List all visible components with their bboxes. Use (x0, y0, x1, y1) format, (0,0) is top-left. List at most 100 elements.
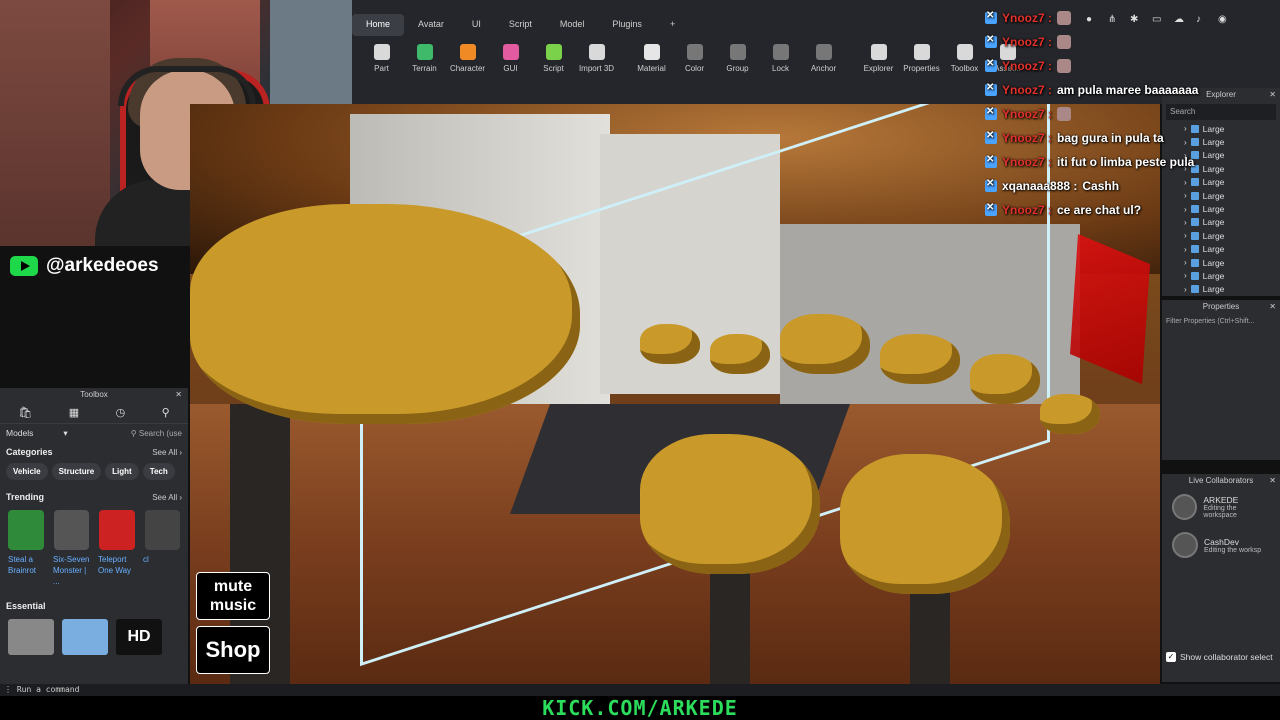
explorer-item-label: Large (1202, 163, 1225, 174)
tab-grid-icon[interactable]: ▦ (69, 406, 79, 419)
kick-badge-icon (985, 178, 997, 192)
see-all-link[interactable]: See All › (152, 448, 182, 457)
part-button[interactable]: Part (360, 44, 403, 88)
tab-avatar[interactable]: Avatar (404, 14, 458, 36)
avatar (1172, 532, 1198, 558)
chat-username[interactable]: Ynooz7 : (1002, 107, 1052, 121)
chevron-right-icon[interactable]: › (1184, 258, 1187, 267)
explorer-button[interactable]: Explorer (857, 44, 900, 88)
chat-username[interactable]: Ynooz7 : (1002, 35, 1052, 49)
youtube-icon (10, 256, 38, 276)
category-chip-vehicle[interactable]: Vehicle (6, 463, 48, 480)
explorer-item-label: Large (1202, 123, 1225, 134)
chat-text: iti fut o limba peste pula (1057, 155, 1195, 169)
collaborator-row[interactable]: CashDev Editing the worksp (1162, 526, 1280, 564)
trending-label[interactable]: Six-Seven Monster | ... (53, 554, 90, 587)
collaborator-row[interactable]: ARKEDE Editing the workspace (1162, 488, 1280, 526)
chat-username[interactable]: Ynooz7 : (1002, 203, 1052, 217)
ribbon-label: Group (726, 64, 749, 73)
trending-thumbnail[interactable] (8, 510, 44, 550)
material-button[interactable]: Material (630, 44, 673, 88)
ribbon-label: Anchor (810, 64, 837, 73)
trending-label[interactable]: cl (143, 554, 180, 587)
import-3d-button[interactable]: Import 3D (575, 44, 618, 88)
anchor-button[interactable]: Anchor (802, 44, 845, 88)
ribbon-label: Part (374, 64, 389, 73)
tab-creations-icon[interactable]: ⚲ (162, 406, 170, 419)
shop-button[interactable]: Shop (196, 626, 270, 674)
tab-home[interactable]: Home (352, 14, 405, 36)
chat-message: Ynooz7 : (985, 30, 1195, 54)
chat-username[interactable]: Ynooz7 : (1002, 59, 1052, 73)
show-collaborator-select-toggle[interactable]: ✓ Show collaborator select (1166, 652, 1273, 662)
tab-ui[interactable]: UI (458, 14, 495, 36)
chevron-right-icon[interactable]: › (1184, 245, 1187, 254)
category-chip-tech[interactable]: Tech (142, 463, 175, 480)
trending-label[interactable]: Teleport One Way (98, 554, 135, 587)
mute-music-button[interactable]: mute music (196, 572, 270, 620)
color-icon (686, 44, 703, 60)
tab-plugins[interactable]: Plugins (598, 14, 656, 36)
kick-badge-icon (985, 106, 997, 120)
category-dropdown[interactable]: Models ▾ (6, 428, 68, 439)
essential-item[interactable] (8, 619, 54, 655)
tab-recent-icon[interactable]: ◷ (116, 406, 126, 419)
properties-button[interactable]: Properties (900, 44, 943, 88)
toolbox-search-input[interactable]: ⚲ Search (use (131, 429, 182, 438)
close-icon[interactable]: ✕ (1269, 300, 1276, 314)
tab-inventory-icon[interactable]: 🛍 (18, 406, 32, 419)
command-bar[interactable]: ⋮ Run a command (0, 684, 1280, 696)
lock-button[interactable]: Lock (759, 44, 802, 88)
chevron-right-icon[interactable]: › (1184, 271, 1187, 280)
trending-thumbnail[interactable] (53, 510, 89, 550)
notification-icon[interactable]: ♪ (1196, 14, 1208, 26)
explorer-item[interactable]: › Large (1162, 256, 1280, 269)
part-icon (1190, 271, 1199, 280)
trending-thumbnail[interactable] (99, 510, 135, 550)
close-icon[interactable]: ✕ (1269, 88, 1276, 102)
see-all-link[interactable]: See All › (152, 493, 182, 502)
tab-model[interactable]: Model (546, 14, 599, 36)
close-icon[interactable]: ✕ (175, 388, 182, 402)
color-button[interactable]: Color (673, 44, 716, 88)
terrain-icon (416, 44, 433, 60)
essential-item[interactable]: HD (116, 619, 162, 655)
explorer-item[interactable]: › Large (1162, 243, 1280, 256)
properties-filter-input[interactable]: Filter Properties (Ctrl+Shift... (1162, 314, 1280, 329)
tab--[interactable]: + (656, 14, 689, 36)
group-button[interactable]: Group (716, 44, 759, 88)
gui-button[interactable]: GUI (489, 44, 532, 88)
chat-username[interactable]: Ynooz7 : (1002, 83, 1052, 97)
chat-text: Cashh (1082, 179, 1120, 193)
properties-panel: Properties ✕ Filter Properties (Ctrl+Shif… (1162, 300, 1280, 460)
terrain-button[interactable]: Terrain (403, 44, 446, 88)
essential-item[interactable] (62, 619, 108, 655)
chevron-right-icon[interactable]: › (1184, 231, 1187, 240)
category-chip-light[interactable]: Light (105, 463, 139, 480)
account-icon[interactable]: ◉ (1218, 14, 1230, 26)
chat-username[interactable]: Ynooz7 : (1002, 11, 1052, 25)
explorer-item[interactable]: › Large (1162, 229, 1280, 242)
category-chip-structure[interactable]: Structure (51, 463, 102, 480)
stream-footer: KICK.COM/ARKEDE (0, 696, 1280, 720)
trending-label[interactable]: Steal a Brainrot (8, 554, 45, 587)
categories-title: Categories (6, 447, 53, 457)
chat-username[interactable]: Ynooz7 : (1002, 155, 1052, 169)
toolbox-button[interactable]: Toolbox (943, 44, 986, 88)
trending-thumbnail[interactable] (144, 510, 180, 550)
ribbon-label: Properties (903, 64, 940, 73)
tab-script[interactable]: Script (495, 14, 546, 36)
chat-username[interactable]: xqanaaa888 : (1002, 179, 1077, 193)
close-icon[interactable]: ✕ (1269, 474, 1276, 488)
checkbox-icon[interactable]: ✓ (1166, 652, 1176, 662)
emote-icon (1057, 107, 1071, 121)
chat-username[interactable]: Ynooz7 : (1002, 131, 1052, 145)
character-button[interactable]: Character (446, 44, 489, 88)
script-button[interactable]: Script (532, 44, 575, 88)
explorer-item[interactable]: › Large (1162, 269, 1280, 282)
chevron-right-icon[interactable]: › (1184, 285, 1187, 294)
chevron-down-icon: ▾ (63, 428, 68, 438)
ribbon-label: Toolbox (950, 64, 979, 73)
ribbon-label: Color (684, 64, 705, 73)
explorer-item[interactable]: › Large (1162, 283, 1280, 296)
